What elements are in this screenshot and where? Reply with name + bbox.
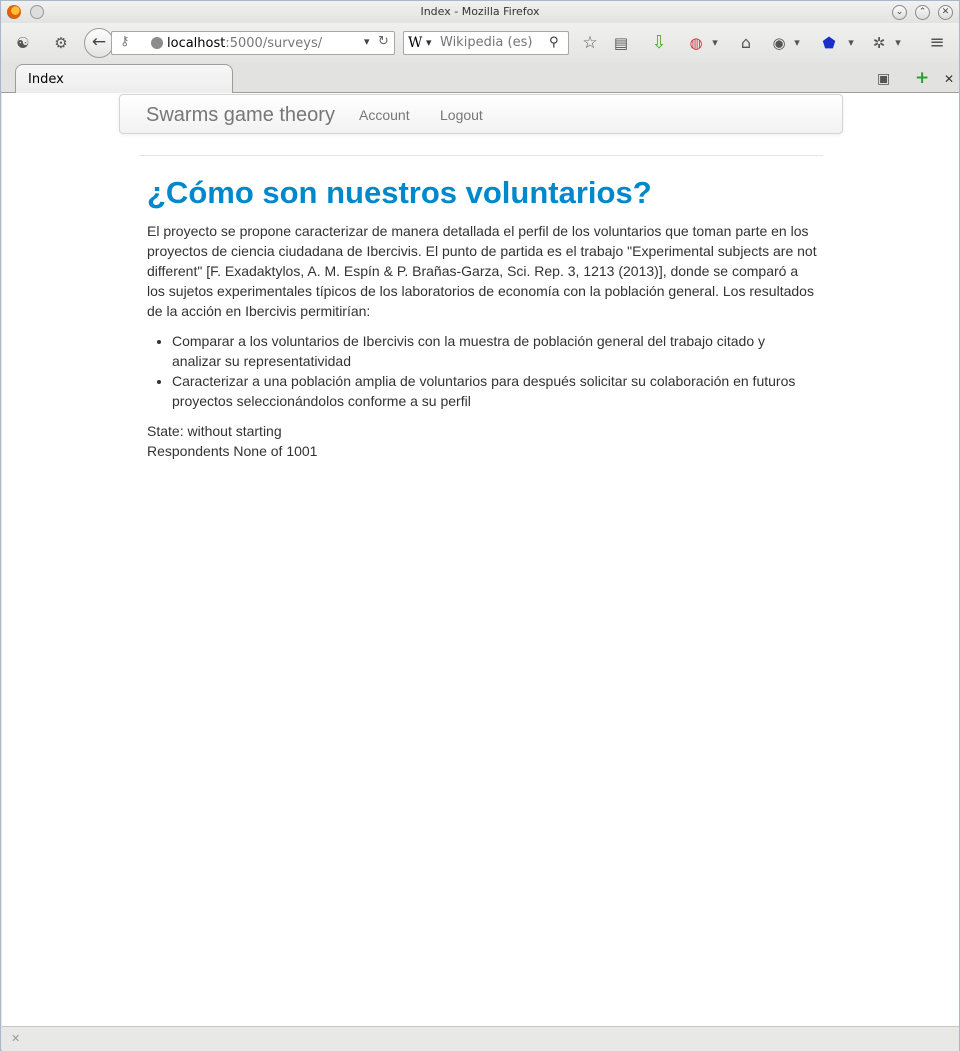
tab-bar: Index ▣ + ✕ [1,63,959,94]
back-button[interactable]: ← [84,28,114,58]
tab-groups-icon[interactable]: ▣ [877,71,890,87]
nav-link-account[interactable]: Account [359,107,410,123]
nav-link-logout[interactable]: Logout [440,107,483,123]
navigation-toolbar: ☯ ⚙ ← ⚷ localhost:5000/surveys/ ▾ ↻ W ▾ … [1,23,959,63]
site-brand[interactable]: Swarms game theory [146,104,335,127]
search-bar[interactable]: W ▾ ⚲ [403,31,569,55]
chevron-down-icon[interactable]: ▾ [707,32,723,54]
chevron-down-icon[interactable]: ▾ [790,32,804,54]
maximize-button[interactable]: ⌃ [915,5,930,20]
menu-icon[interactable]: ≡ [925,32,949,54]
bug-icon[interactable]: ✲ [868,32,890,54]
url-path: :5000/surveys/ [225,36,323,51]
close-findbar-icon[interactable]: ✕ [11,1032,20,1045]
extensions-icon[interactable]: ⚙ [51,32,71,54]
list-item: Comparar a los voluntarios de Ibercivis … [172,331,817,371]
url-bar[interactable]: ⚷ localhost:5000/surveys/ ▾ ↻ [111,31,395,55]
browser-window: Index - Mozilla Firefox ⌄ ⌃ ✕ ☯ ⚙ ← ⚷ lo… [0,0,960,1051]
divider [139,155,823,156]
respondents-count: Respondents None of 1001 [147,443,318,459]
key-icon: ⚷ [120,34,130,49]
page-content: Swarms game theory Account Logout ¿Cómo … [2,93,959,1026]
history-icon[interactable]: ☯ [10,32,36,54]
url-host: localhost [167,36,226,51]
wikipedia-icon[interactable]: W [408,35,422,51]
search-input[interactable] [440,35,546,50]
close-tab-icon[interactable]: ✕ [944,72,954,86]
site-navbar: Swarms game theory Account Logout [119,94,843,134]
home-icon[interactable]: ⌂ [735,32,757,54]
globe-icon [151,37,163,49]
addon-icon[interactable]: ◍ [685,32,707,54]
status-bar: ✕ [2,1026,959,1051]
reading-list-icon[interactable]: ▤ [610,32,632,54]
search-engine-chevron-icon[interactable]: ▾ [426,36,432,49]
minimize-button[interactable]: ⌄ [892,5,907,20]
page-title: ¿Cómo son nuestros voluntarios? [147,175,652,210]
new-tab-icon[interactable]: + [915,68,929,88]
title-bar: Index - Mozilla Firefox ⌄ ⌃ ✕ [1,1,959,23]
adblock-icon[interactable]: ⬟ [818,32,840,54]
window-title: Index - Mozilla Firefox [420,5,540,18]
binoculars-icon[interactable]: ⚲ [549,35,559,50]
survey-state: State: without starting [147,423,282,439]
list-item: Caracterizar a una población amplia de v… [172,371,817,411]
close-window-button[interactable]: ✕ [938,5,953,20]
bookmark-star-icon[interactable]: ☆ [579,32,601,54]
tab-label: Index [28,72,64,87]
chevron-down-icon[interactable]: ▾ [891,32,905,54]
chevron-down-icon[interactable]: ▾ [364,35,370,48]
intro-paragraph: El proyecto se propone caracterizar de m… [147,223,817,319]
goals-list: Comparar a los voluntarios de Ibercivis … [172,331,817,411]
user-addon-icon[interactable]: ◉ [768,32,790,54]
download-icon[interactable]: ⇩ [648,32,670,54]
back-arrow-icon: ← [91,32,107,52]
url-text[interactable]: localhost:5000/surveys/ [167,36,322,51]
tab-index[interactable]: Index [15,64,233,94]
main-content: ¿Cómo son nuestros voluntarios? El proye… [147,171,817,461]
reload-icon[interactable]: ↻ [378,34,389,49]
chevron-down-icon[interactable]: ▾ [844,32,858,54]
